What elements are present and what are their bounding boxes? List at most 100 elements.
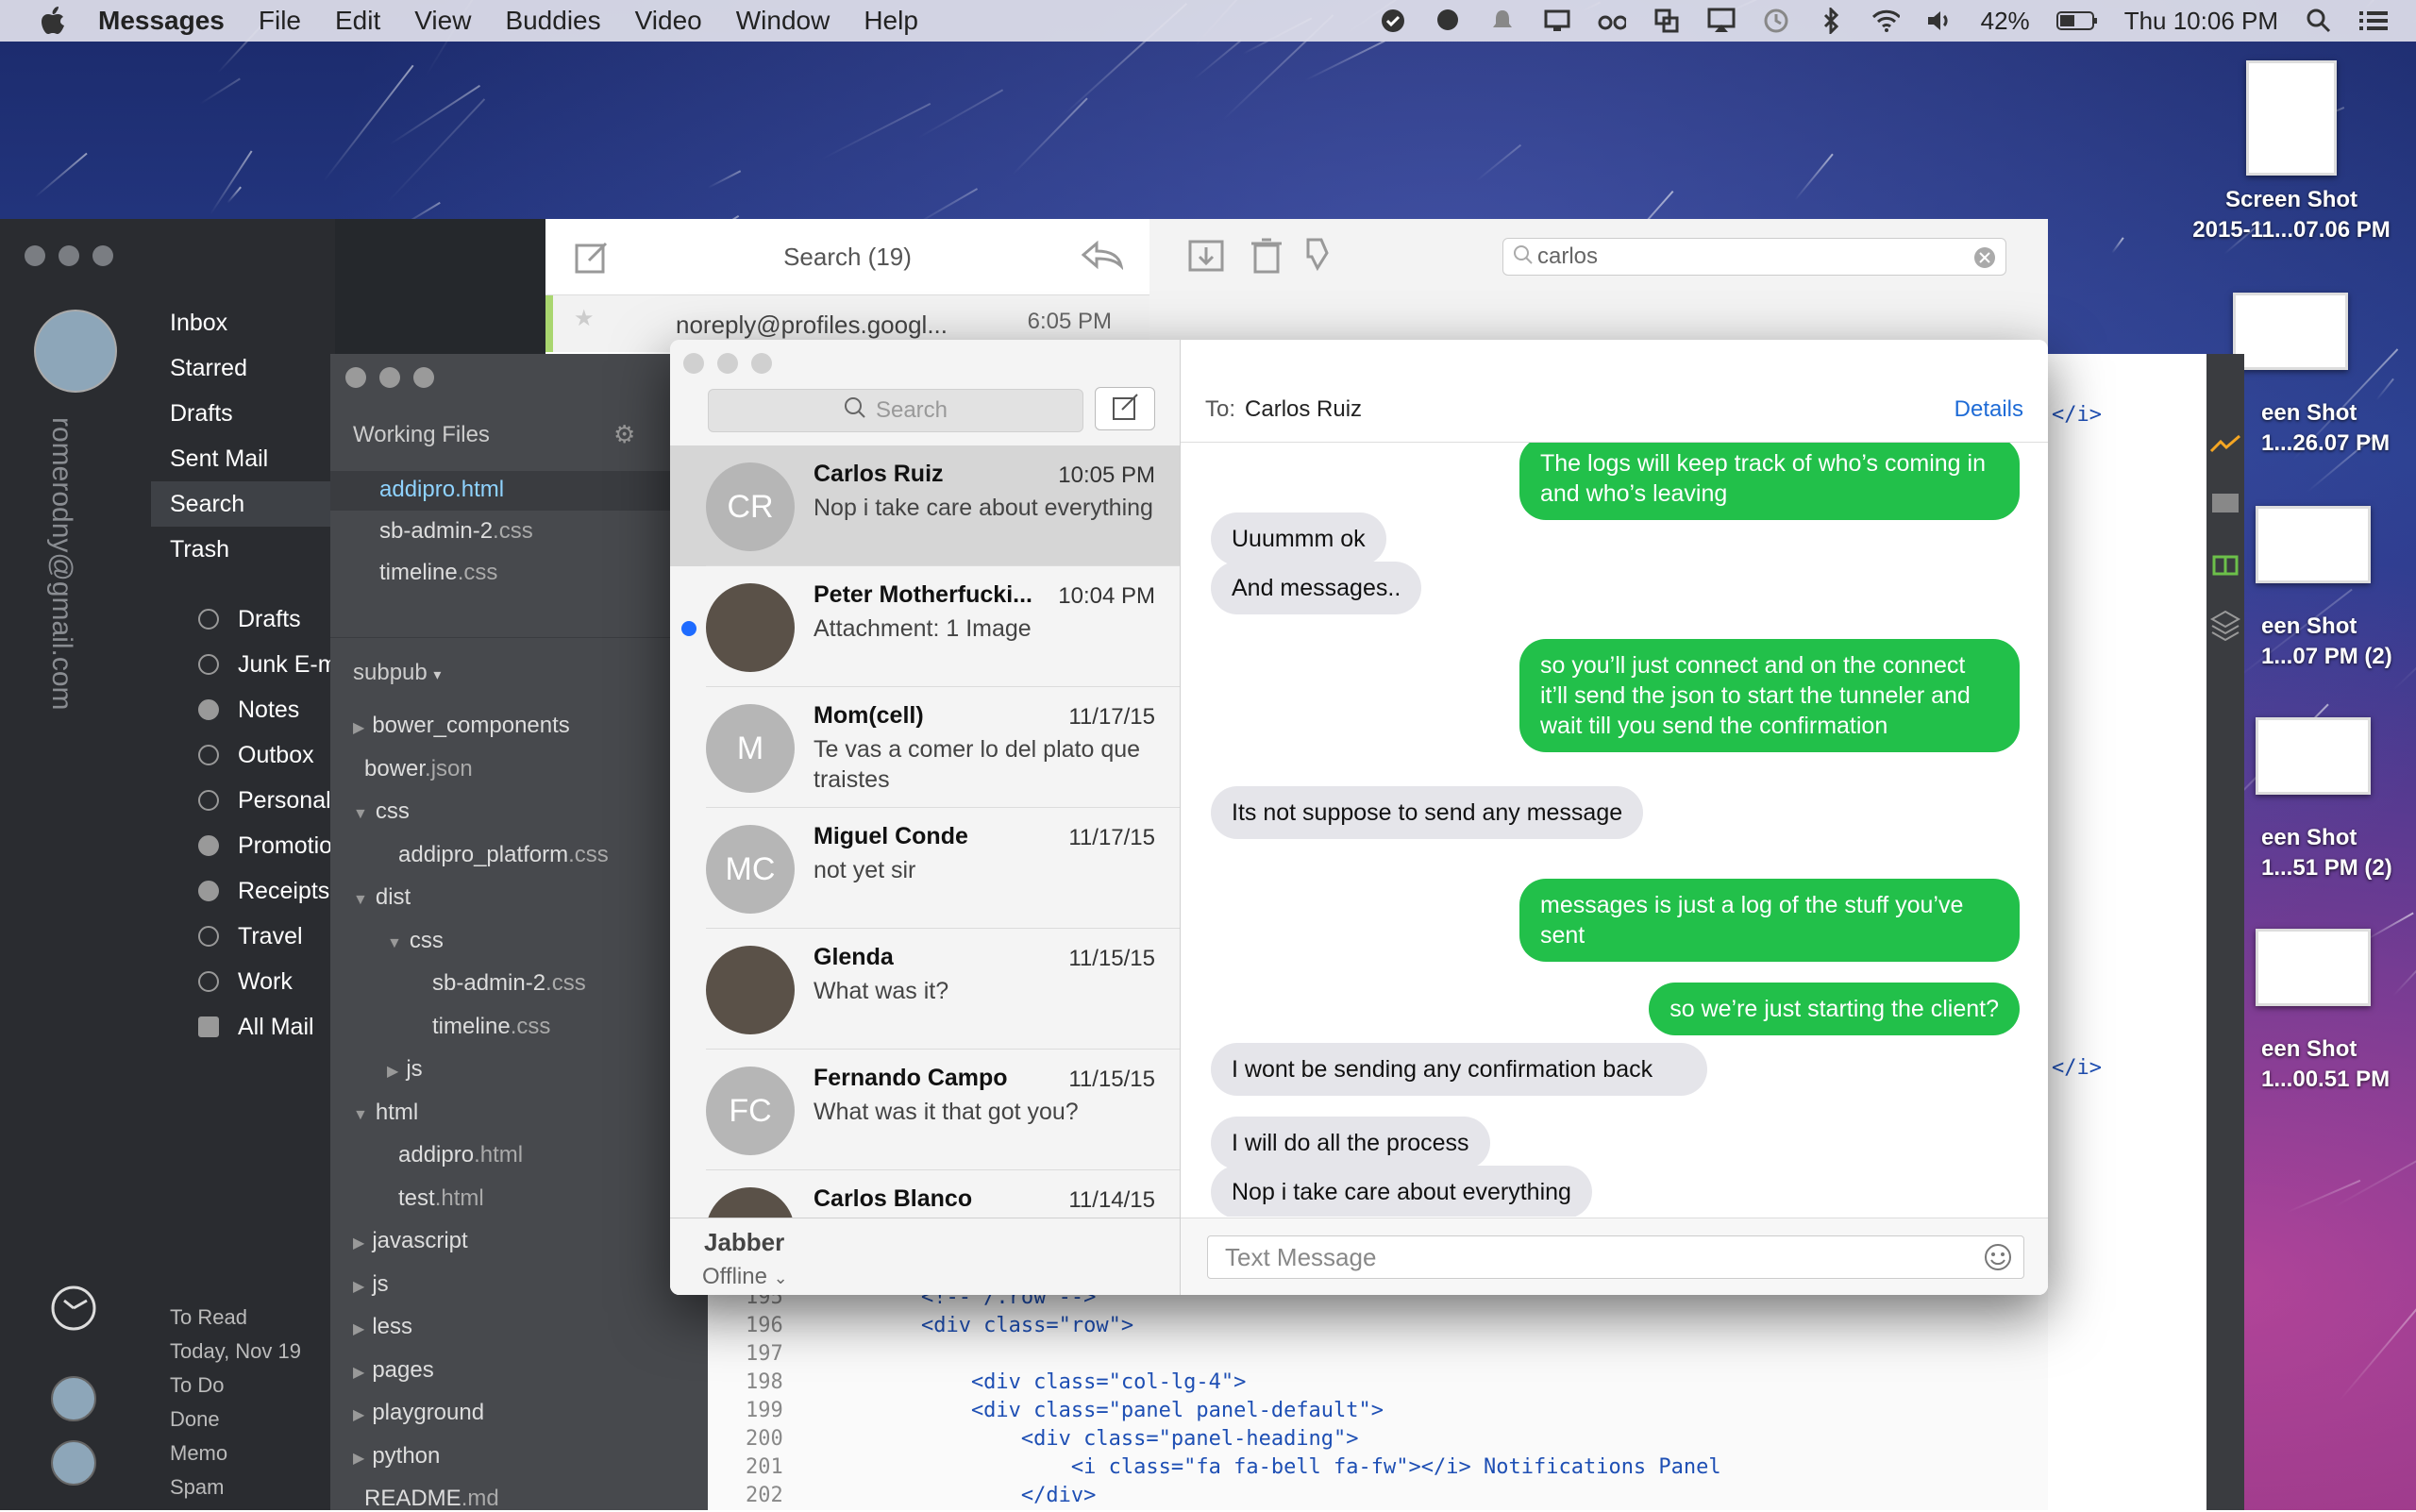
message-input[interactable]: Text Message — [1207, 1235, 2024, 1279]
menu-video[interactable]: Video — [635, 6, 702, 36]
tree-item[interactable]: ▶ js — [353, 1271, 389, 1298]
incoming-message[interactable]: Nop i take care about everything — [1211, 1166, 1592, 1217]
label-item[interactable]: Receipts — [198, 868, 338, 914]
airplay-icon[interactable] — [1707, 7, 1736, 35]
time-machine-icon[interactable] — [1762, 7, 1790, 35]
label-item[interactable]: Notes — [198, 687, 338, 732]
desktop-file[interactable]: een Shot 1...51 PM (2) — [2233, 717, 2416, 883]
outgoing-message[interactable]: so we’re just starting the client? — [1649, 983, 2020, 1035]
compose-icon[interactable] — [574, 238, 612, 282]
conversation-item[interactable]: MC Miguel Conde 11/17/15 not yet sir — [670, 808, 1180, 929]
label-item[interactable]: Junk E-m — [198, 642, 338, 687]
spotlight-search-icon[interactable] — [2305, 7, 2333, 35]
label-item[interactable]: Personal — [198, 778, 338, 823]
tree-item[interactable]: bower.json — [353, 756, 473, 782]
incoming-message[interactable]: Uuummm ok — [1211, 512, 1386, 565]
reply-icon[interactable] — [1081, 240, 1124, 277]
close-button[interactable] — [345, 367, 366, 388]
conversation-item[interactable]: Glenda 11/15/15 What was it? — [670, 929, 1180, 1050]
live-preview-icon[interactable] — [2209, 434, 2241, 460]
incoming-message[interactable]: Its not suppose to send any message — [1211, 786, 1644, 839]
menu-buddies[interactable]: Buddies — [505, 6, 600, 36]
label-item[interactable]: Work — [198, 959, 338, 1004]
layers-icon[interactable] — [2209, 609, 2241, 646]
chat-bubble-icon[interactable] — [1434, 7, 1462, 35]
incoming-message[interactable]: And messages.. — [1211, 562, 1422, 614]
tree-item[interactable]: ▶ python — [353, 1443, 440, 1470]
outgoing-message[interactable]: The logs will keep track of who’s coming… — [1519, 443, 2020, 520]
clock-icon[interactable] — [49, 1284, 98, 1337]
spam-icon[interactable] — [1304, 236, 1342, 278]
code-line[interactable]: 198 <div class="col-lg-4"> — [746, 1369, 1721, 1397]
close-button[interactable] — [683, 353, 704, 374]
glasses-icon[interactable] — [1598, 7, 1626, 35]
conversation-search-input[interactable]: Search — [708, 389, 1083, 432]
working-file[interactable]: addipro.html — [379, 477, 504, 503]
menu-view[interactable]: View — [414, 6, 471, 36]
menu-file[interactable]: File — [259, 6, 301, 36]
jabber-status-dropdown[interactable]: Offline ⌄ — [702, 1264, 788, 1290]
tree-item[interactable]: addipro.html — [387, 1142, 523, 1168]
volume-icon[interactable] — [1926, 7, 1955, 35]
working-file[interactable]: sb-admin-2.css — [379, 518, 533, 545]
folder-spam[interactable]: Spam — [170, 1470, 301, 1504]
conversation-item[interactable]: M Mom(cell) 11/17/15 Te vas a comer lo del … — [670, 687, 1180, 808]
tree-item[interactable]: ▶ pages — [353, 1357, 434, 1384]
details-button[interactable]: Details — [1955, 396, 2023, 423]
contact-avatar[interactable] — [51, 1440, 96, 1486]
minimize-button[interactable] — [379, 367, 400, 388]
bluetooth-icon[interactable] — [1817, 7, 1845, 35]
zoom-button[interactable] — [413, 367, 434, 388]
label-item[interactable]: Outbox — [198, 732, 338, 778]
outgoing-message[interactable]: so you’ll just connect and on the connec… — [1519, 639, 2020, 752]
clear-search-icon[interactable] — [1973, 246, 1996, 276]
label-item[interactable]: All Mail — [198, 1004, 338, 1050]
folder-to-do[interactable]: To Do — [170, 1369, 301, 1403]
menu-help[interactable]: Help — [864, 6, 918, 36]
tree-item[interactable]: README.md — [353, 1486, 499, 1512]
new-message-button[interactable] — [1095, 387, 1155, 430]
folder-to-read[interactable]: To Read — [170, 1301, 301, 1335]
minimize-button[interactable] — [59, 245, 79, 266]
conversation-item[interactable]: CR Carlos Ruiz 10:05 PM Nop i take care abo… — [670, 445, 1180, 566]
desktop-file[interactable]: een Shot 1...00.51 PM — [2233, 929, 2416, 1095]
nav-search[interactable]: Search — [151, 481, 340, 527]
tree-item[interactable]: ▶ javascript — [353, 1228, 468, 1254]
tree-item[interactable]: ▶ bower_components — [353, 713, 570, 739]
code-line[interactable]: 200 <div class="panel-heading"> — [746, 1425, 1721, 1453]
gear-icon[interactable]: ⚙ — [613, 420, 635, 449]
menu-window[interactable]: Window — [736, 6, 830, 36]
windows-icon[interactable] — [1653, 7, 1681, 35]
zoom-button[interactable] — [751, 353, 772, 374]
incoming-message[interactable]: I will do all the process — [1211, 1117, 1490, 1169]
desktop-file[interactable]: Screen Shot 2015-11...07.06 PM — [2188, 60, 2395, 245]
nav-inbox[interactable]: Inbox — [151, 300, 340, 345]
project-dropdown[interactable]: subpub ▾ — [353, 660, 441, 686]
tree-item[interactable]: addipro_platform.css — [387, 842, 609, 868]
close-button[interactable] — [25, 245, 45, 266]
label-item[interactable]: Promotio — [198, 823, 338, 868]
account-avatar[interactable] — [34, 310, 117, 393]
tree-item[interactable]: test.html — [387, 1185, 484, 1212]
battery-icon[interactable] — [2055, 7, 2098, 35]
trash-icon[interactable] — [1250, 236, 1284, 278]
apple-icon[interactable] — [32, 0, 74, 42]
label-item[interactable]: Drafts — [198, 596, 338, 642]
outgoing-message[interactable]: messages is just a log of the stuff you’… — [1519, 879, 2020, 962]
emoji-icon[interactable] — [1984, 1243, 2012, 1271]
contact-avatar[interactable] — [51, 1376, 96, 1421]
recipient-field[interactable]: To: Carlos Ruiz — [1205, 396, 1362, 423]
conversation-item[interactable]: FC Fernando Campo 11/15/15 What was it that… — [670, 1050, 1180, 1170]
star-icon[interactable]: ★ — [574, 305, 595, 332]
tree-item[interactable]: ▶ playground — [353, 1400, 484, 1426]
nav-starred[interactable]: Starred — [151, 345, 340, 391]
archive-icon[interactable] — [1187, 236, 1225, 278]
tree-item[interactable]: ▼ css — [353, 798, 410, 825]
folder-memo[interactable]: Memo — [170, 1436, 301, 1470]
menu-app-name[interactable]: Messages — [98, 6, 225, 36]
display-icon[interactable] — [1543, 7, 1571, 35]
minimize-button[interactable] — [717, 353, 738, 374]
folder-done[interactable]: Done — [170, 1403, 301, 1436]
code-line[interactable]: 199 <div class="panel panel-default"> — [746, 1397, 1721, 1425]
tree-item[interactable]: ▼ html — [353, 1100, 418, 1126]
